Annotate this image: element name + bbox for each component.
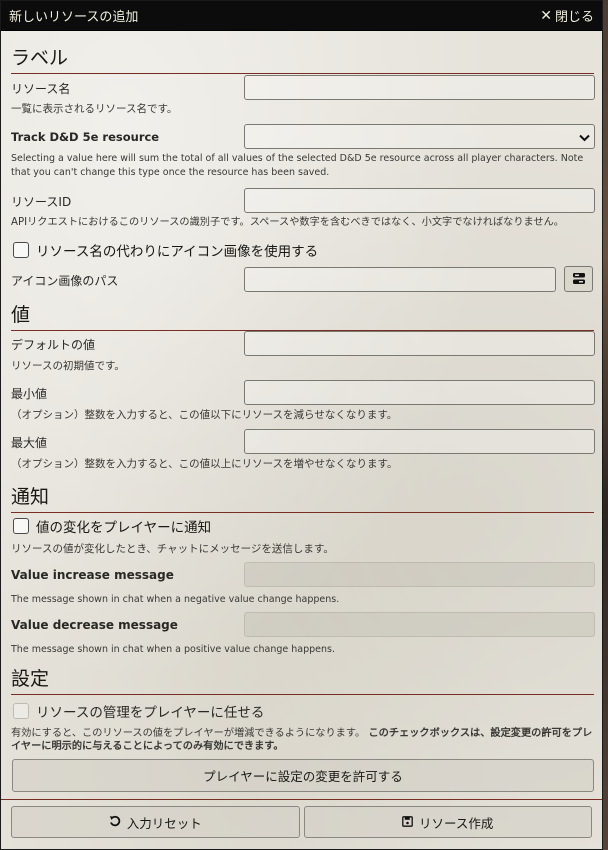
section-heading-notify: 通知 (11, 478, 594, 513)
default-value-input[interactable] (244, 331, 595, 356)
section-heading-value: 値 (11, 296, 594, 331)
max-value-label: 最大値 (11, 436, 48, 450)
file-picker-icon (572, 270, 586, 289)
reset-label: 入力リセット (126, 815, 202, 831)
track-dnd-label: Track D&D 5e resource (11, 130, 160, 144)
add-resource-dialog: 新しいリソースの追加 ✕ 閉じる ラベル リソース名 一覧に表示されるリソース名… (0, 0, 603, 850)
use-icon-row[interactable]: リソース名の代わりにアイコン画像を使用する (13, 240, 318, 260)
icon-path-input[interactable] (244, 267, 556, 292)
increase-message-input[interactable] (244, 562, 595, 587)
resource-name-label: リソース名 (11, 82, 71, 96)
player-managed-hint: 有効にすると、このリソースの値をプレイヤーが増減できるようになります。 このチェ… (11, 727, 596, 753)
max-value-hint: （オプション）整数を入力すると、この値以上にリソースを増やせなくなります。 (11, 458, 398, 470)
decrease-message-hint: The message shown in chat when a positiv… (11, 644, 335, 655)
resource-id-input[interactable] (244, 188, 595, 213)
allow-player-settings-button[interactable]: プレイヤーに設定の変更を許可する (12, 759, 594, 792)
increase-message-hint: The message shown in chat when a negativ… (11, 594, 340, 605)
icon-path-label: アイコン画像のパス (11, 274, 119, 288)
decrease-message-input[interactable] (244, 612, 595, 637)
player-managed-hint-normal: 有効にすると、このリソースの値をプレイヤーが増減できるようになります。 (11, 728, 366, 739)
decrease-message-label: Value decrease message (11, 618, 178, 632)
dialog-titlebar[interactable]: 新しいリソースの追加 ✕ 閉じる (1, 1, 602, 31)
track-dnd-hint: Selecting a value here will sum the tota… (11, 153, 584, 178)
reset-button[interactable]: 入力リセット (11, 806, 300, 838)
notify-players-label: 値の変化をプレイヤーに通知 (36, 520, 212, 536)
player-managed-row[interactable]: リソースの管理をプレイヤーに任せる (13, 701, 264, 721)
min-value-hint: （オプション）整数を入力すると、この値以下にリソースを減らせなくなります。 (11, 409, 398, 421)
track-dnd-select[interactable] (244, 124, 595, 149)
section-heading-settings: 設定 (11, 660, 594, 695)
undo-icon (109, 815, 121, 830)
create-resource-button[interactable]: リソース作成 (303, 806, 592, 838)
increase-message-label: Value increase message (11, 568, 174, 582)
file-picker-button[interactable] (564, 266, 593, 292)
min-value-input[interactable] (244, 380, 595, 405)
close-label: 閉じる (554, 10, 594, 25)
min-value-label: 最小値 (11, 387, 48, 401)
notify-players-checkbox[interactable] (13, 518, 29, 534)
player-managed-checkbox[interactable] (13, 703, 29, 719)
dialog-footer: 入力リセット リソース作成 (1, 799, 602, 849)
resource-id-label: リソースID (11, 195, 72, 209)
section-heading-label: ラベル (11, 39, 594, 74)
notify-players-hint: リソースの値が変化したとき、チャットにメッセージを送信します。 (11, 543, 334, 555)
player-managed-label: リソースの管理をプレイヤーに任せる (36, 705, 265, 721)
resource-id-hint: APIリクエストにおけるこのリソースの識別子です。スペースや数字を含むべきではな… (11, 217, 564, 228)
resource-name-input[interactable] (244, 75, 595, 100)
default-value-label: デフォルトの値 (11, 338, 96, 352)
default-value-hint: リソースの初期値です。 (11, 360, 125, 372)
resource-name-hint: 一覧に表示されるリソース名です。 (11, 103, 178, 115)
create-resource-label: リソース作成 (419, 815, 494, 831)
dialog-title: 新しいリソースの追加 (9, 10, 139, 25)
close-button[interactable]: ✕ 閉じる (540, 6, 594, 26)
use-icon-label: リソース名の代わりにアイコン画像を使用する (36, 244, 319, 260)
save-icon (402, 815, 413, 830)
use-icon-checkbox[interactable] (13, 242, 29, 258)
notify-players-row[interactable]: 値の変化をプレイヤーに通知 (13, 516, 211, 536)
max-value-input[interactable] (244, 429, 595, 454)
close-icon: ✕ (540, 7, 552, 24)
allow-player-settings-label: プレイヤーに設定の変更を許可する (203, 769, 403, 784)
chevron-down-icon (579, 127, 590, 146)
